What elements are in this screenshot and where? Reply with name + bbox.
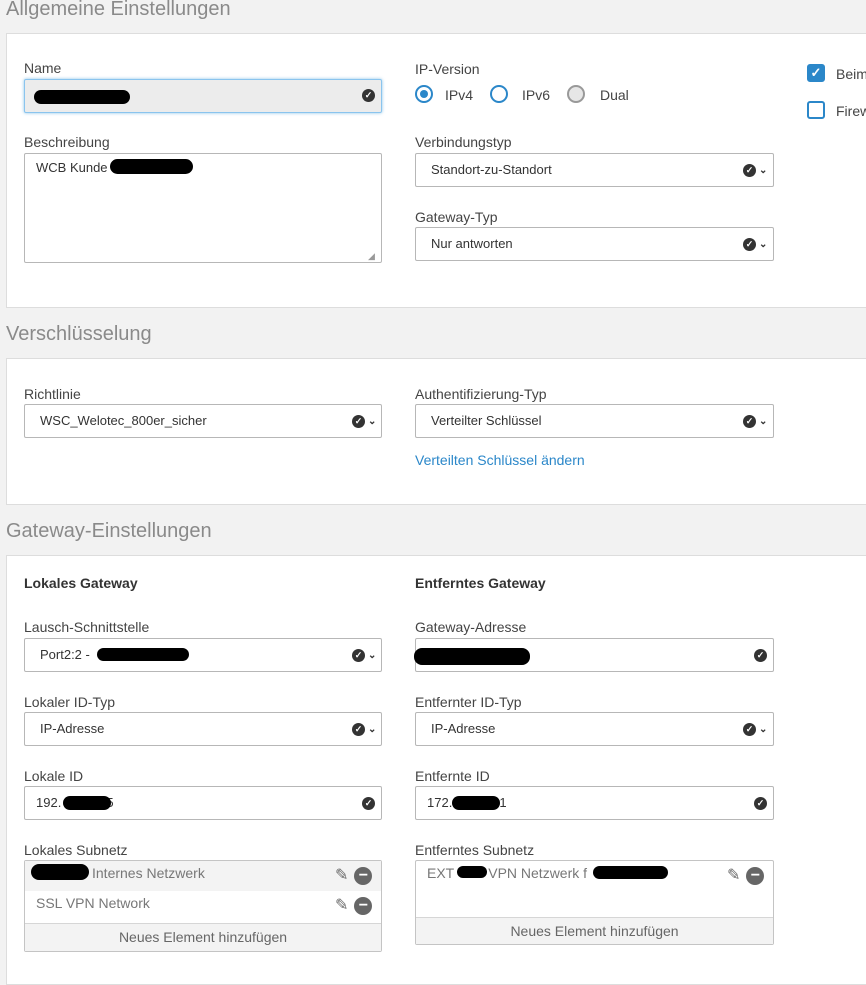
remove-icon[interactable]: − [354, 867, 373, 885]
resize-handle-icon[interactable]: ◢ [368, 251, 375, 262]
policy-value: WSC_Welotec_800er_sicher [40, 413, 207, 428]
auth-type-select[interactable]: Verteilter Schlüssel [415, 404, 774, 438]
chevron-down-icon: ✓ ⌄ [743, 238, 767, 251]
list-item-label: Internes Netzwerk [92, 865, 205, 881]
remove-icon[interactable]: − [354, 897, 373, 915]
local-subnet-label: Lokales Subnetz [24, 842, 128, 858]
connection-type-label: Verbindungstyp [415, 134, 512, 150]
list-item-label: SSL VPN Network [36, 895, 150, 911]
local-id-label: Lokale ID [24, 768, 84, 784]
add-element-button[interactable]: Neues Element hinzufügen [416, 917, 773, 944]
section-title-general: Allgemeine Einstellungen [6, 0, 231, 20]
remote-subnet-label: Entferntes Subnetz [415, 842, 535, 858]
listen-interface-select[interactable]: Port2:2 - [24, 638, 382, 672]
chevron-down-icon: ✓ ⌄ [352, 415, 376, 428]
pencil-icon[interactable]: ✎ [727, 867, 740, 885]
select-icon: ✓ [754, 797, 767, 810]
connection-type-value: Standort-zu-Standort [431, 162, 552, 177]
auth-type-label: Authentifizierung-Typ [415, 386, 547, 402]
ipv6-radio-label: IPv6 [522, 87, 551, 103]
redaction [457, 866, 487, 878]
ip-version-label: IP-Version [415, 61, 480, 77]
list-item[interactable]: SSL VPN Network [25, 891, 381, 921]
dual-radio-label: Dual [600, 87, 629, 103]
local-id-value: 192. [36, 795, 62, 810]
select-icon: ✓ [362, 89, 375, 102]
redaction [593, 866, 668, 879]
remote-id-type-select[interactable]: IP-Adresse [415, 712, 774, 746]
dual-radio[interactable] [567, 85, 585, 103]
list-item-label: EXT [427, 865, 455, 881]
redaction [31, 864, 89, 880]
remote-id-type-label: Entfernter ID-Typ [415, 694, 522, 710]
remote-id-value: 172. [427, 795, 453, 810]
checkbox-beim[interactable]: ✓ [807, 64, 825, 82]
gateway-type-label: Gateway-Typ [415, 209, 498, 225]
listen-interface-label: Lausch-Schnittstelle [24, 619, 150, 635]
checkbox-firewall[interactable] [807, 101, 825, 119]
ipv4-radio[interactable] [415, 85, 433, 103]
list-item-actions: ✎ − [335, 867, 373, 885]
remote-id-label: Entfernte ID [415, 768, 490, 784]
chevron-down-icon: ✓ ⌄ [352, 723, 376, 736]
select-icon: ✓ [754, 649, 767, 662]
list-item-label: VPN Netzwerk f [488, 865, 588, 881]
policy-select[interactable]: WSC_Welotec_800er_sicher [24, 404, 382, 438]
checkbox-firewall-label: Firew [836, 103, 866, 119]
listen-interface-value: Port2:2 - [40, 647, 90, 662]
connection-type-select[interactable]: Standort-zu-Standort [415, 153, 774, 187]
list-item-actions: ✎ − [335, 897, 373, 915]
local-gateway-heading: Lokales Gateway [24, 575, 138, 591]
section-title-gateway: Gateway-Einstellungen [6, 520, 212, 542]
gateway-address-label: Gateway-Adresse [415, 619, 527, 635]
redaction [63, 796, 111, 810]
ipv6-radio[interactable] [490, 85, 508, 103]
remote-gateway-heading: Entferntes Gateway [415, 575, 546, 591]
remote-id-suffix: 1 [499, 795, 507, 810]
pencil-icon[interactable]: ✎ [335, 897, 348, 915]
redaction [414, 648, 530, 665]
auth-type-value: Verteilter Schlüssel [431, 413, 542, 428]
pencil-icon[interactable]: ✎ [335, 867, 348, 885]
list-item-actions: ✎ − [727, 867, 765, 885]
redaction [452, 796, 500, 810]
chevron-down-icon: ✓ ⌄ [352, 649, 376, 662]
remove-icon[interactable]: − [746, 867, 765, 885]
section-title-encryption: Verschlüsselung [6, 323, 152, 345]
description-label: Beschreibung [24, 134, 110, 150]
gateway-type-value: Nur antworten [431, 236, 513, 251]
local-id-type-select[interactable]: IP-Adresse [24, 712, 382, 746]
local-id-type-value: IP-Adresse [40, 721, 105, 736]
redaction [110, 159, 193, 174]
description-textarea[interactable]: WCB Kunde [24, 153, 382, 263]
chevron-down-icon: ✓ ⌄ [743, 723, 767, 736]
redaction [97, 648, 189, 661]
select-icon: ✓ [362, 797, 375, 810]
name-label: Name [24, 60, 62, 76]
ipv4-radio-label: IPv4 [445, 87, 474, 103]
change-key-link[interactable]: Verteilten Schlüssel ändern [415, 452, 585, 468]
chevron-down-icon: ✓ ⌄ [743, 415, 767, 428]
add-element-button[interactable]: Neues Element hinzufügen [25, 923, 381, 951]
redaction [34, 90, 130, 104]
remote-id-type-value: IP-Adresse [431, 721, 496, 736]
chevron-down-icon: ✓ ⌄ [743, 164, 767, 177]
gateway-type-select[interactable]: Nur antworten [415, 227, 774, 261]
checkbox-beim-label: Beim [836, 66, 866, 82]
local-id-type-label: Lokaler ID-Typ [24, 694, 116, 710]
policy-label: Richtlinie [24, 386, 81, 402]
